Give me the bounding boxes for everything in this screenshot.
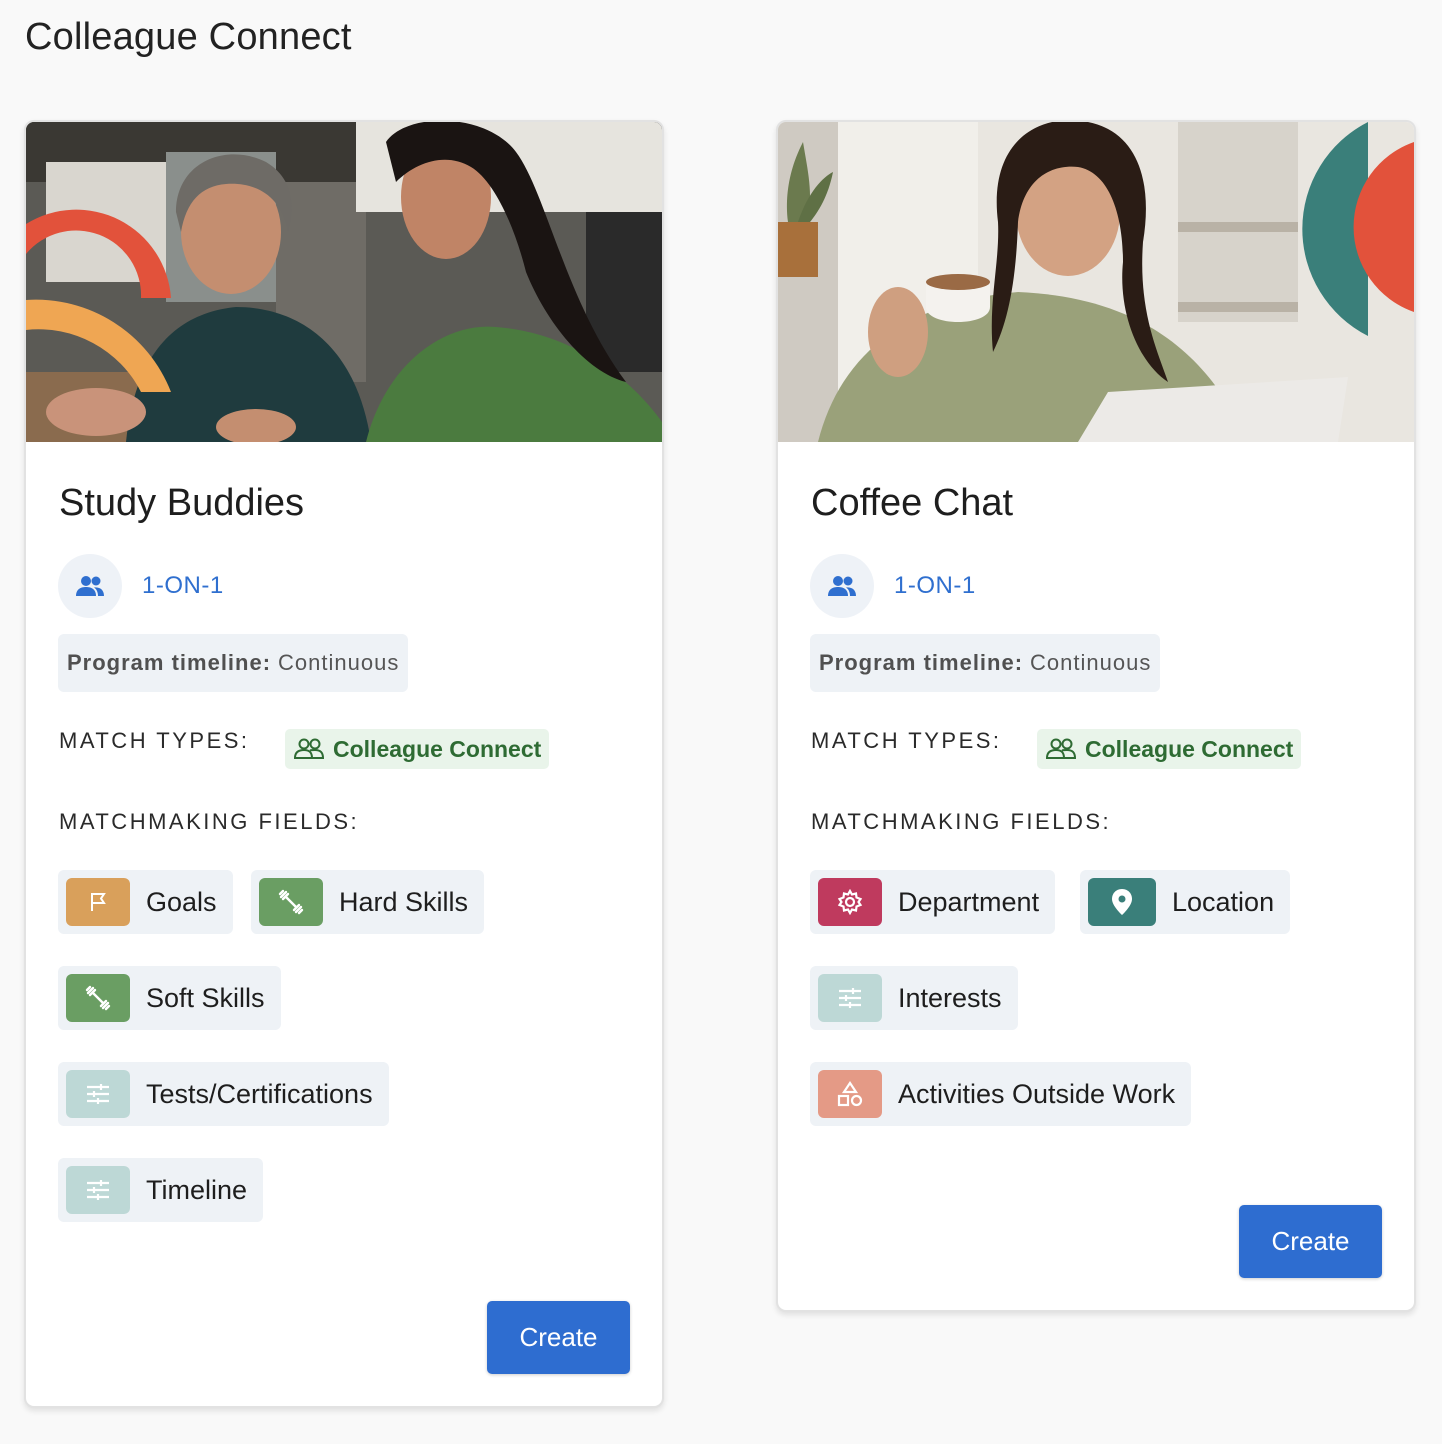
people-icon: [810, 554, 874, 618]
match-type-chip: Colleague Connect: [285, 729, 550, 769]
field-label: Department: [898, 886, 1040, 917]
program-timeline: Program timeline: Continuous: [58, 634, 409, 692]
field-label: Soft Skills: [146, 982, 265, 1013]
field-location: Location: [1080, 870, 1291, 934]
field-tests-certifications: Tests/Certifications: [58, 1062, 389, 1126]
timeline-label: Program timeline:: [819, 650, 1024, 675]
dumbbell-icon: [259, 878, 323, 926]
card-hero-image: [26, 122, 662, 442]
field-label: Location: [1172, 886, 1275, 917]
people-icon: [58, 554, 122, 618]
card-title: Coffee Chat: [811, 482, 1014, 524]
field-label: Goals: [146, 886, 217, 917]
program-card-coffee-chat[interactable]: Coffee Chat 1-ON-1 Program timeline: Con…: [776, 120, 1416, 1312]
field-interests: Interests: [810, 966, 1018, 1030]
dumbbell-icon: [66, 974, 130, 1022]
timeline-value: Continuous: [278, 650, 400, 675]
group-outline-icon: [1045, 738, 1077, 759]
match-type-chip-label: Colleague Connect: [1085, 735, 1294, 762]
page-title: Colleague Connect: [25, 16, 352, 58]
flag-icon: [66, 878, 130, 926]
program-type-label: 1-ON-1: [142, 572, 224, 599]
program-type: 1-ON-1: [810, 554, 976, 618]
timeline-value: Continuous: [1030, 650, 1152, 675]
create-button[interactable]: Create: [1239, 1205, 1382, 1278]
program-type-label: 1-ON-1: [894, 572, 976, 599]
card-hero-image: [778, 122, 1414, 442]
sliders-icon: [818, 974, 882, 1022]
matchmaking-fields-label: MATCHMAKING FIELDS:: [811, 809, 1112, 834]
field-soft-skills: Soft Skills: [58, 966, 281, 1030]
match-types-label: MATCH TYPES:: [811, 728, 1002, 753]
field-timeline: Timeline: [58, 1158, 264, 1222]
shapes-icon: [818, 1070, 882, 1118]
sliders-icon: [66, 1166, 130, 1214]
timeline-label: Program timeline:: [67, 650, 272, 675]
field-goals: Goals: [58, 870, 233, 934]
create-button[interactable]: Create: [487, 1301, 630, 1374]
card-title: Study Buddies: [59, 482, 305, 524]
field-label: Timeline: [146, 1174, 248, 1205]
group-outline-icon: [293, 738, 325, 759]
matchmaking-fields-label: MATCHMAKING FIELDS:: [59, 809, 360, 834]
field-label: Interests: [898, 982, 1002, 1013]
location-pin-icon: [1088, 878, 1156, 926]
field-label: Hard Skills: [339, 886, 469, 917]
match-type-chip-label: Colleague Connect: [333, 735, 542, 762]
field-label: Activities Outside Work: [898, 1078, 1176, 1109]
program-timeline: Program timeline: Continuous: [810, 634, 1161, 692]
field-hard-skills: Hard Skills: [251, 870, 485, 934]
match-types-label: MATCH TYPES:: [59, 728, 250, 753]
match-type-chip: Colleague Connect: [1037, 729, 1302, 769]
sliders-icon: [66, 1070, 130, 1118]
program-type: 1-ON-1: [58, 554, 224, 618]
field-department: Department: [810, 870, 1056, 934]
program-card-study-buddies[interactable]: Study Buddies 1-ON-1 Program timeline: C…: [24, 120, 664, 1408]
gear-icon: [818, 878, 882, 926]
field-activities-outside-work: Activities Outside Work: [810, 1062, 1192, 1126]
field-label: Tests/Certifications: [146, 1078, 373, 1109]
